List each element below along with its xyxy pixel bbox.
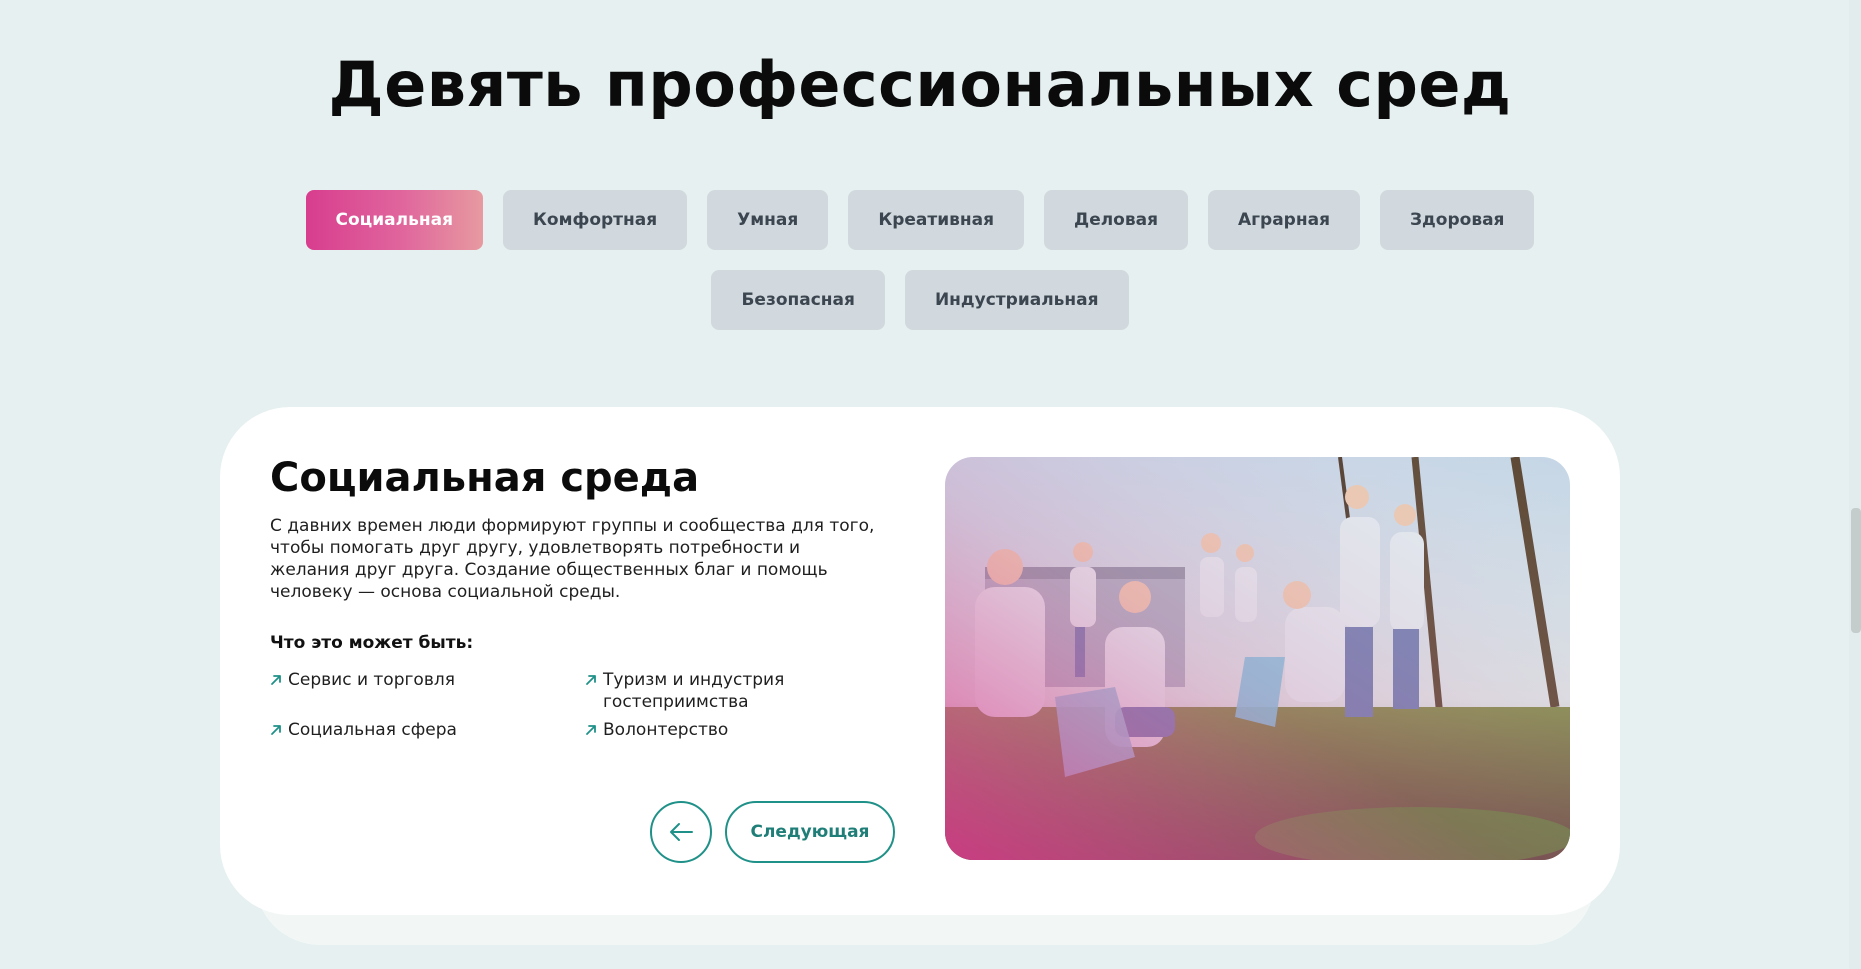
page-scrollbar[interactable] [1849,0,1861,969]
tab-smart[interactable]: Умная [707,190,829,250]
tab-agrarian[interactable]: Аграрная [1208,190,1360,250]
tab-comfortable[interactable]: Комфортная [503,190,688,250]
tab-social[interactable]: Социальная [305,190,483,250]
card-title: Социальная среда [270,455,700,501]
environment-tabs: Социальная Комфортная Умная Креативная Д… [250,190,1590,330]
list-item: Сервис и торговля [270,669,585,713]
list-item: Волонтерство [585,719,900,741]
arrow-up-right-icon [585,719,603,741]
card-subheading: Что это может быть: [270,633,474,653]
tab-industrial[interactable]: Индустриальная [904,270,1129,330]
tab-creative[interactable]: Креативная [848,190,1025,250]
tab-safe[interactable]: Безопасная [711,270,885,330]
arrow-up-right-icon [270,719,288,741]
tab-business[interactable]: Деловая [1044,190,1188,250]
list-item: Социальная сфера [270,719,585,741]
previous-button[interactable] [650,801,712,863]
arrow-left-icon [670,823,693,841]
list-item-label: Туризм и индустрия гостеприимства [603,670,785,712]
environment-card: Социальная среда С давних времен люди фо… [220,407,1620,915]
list-item-label: Социальная сфера [288,720,457,740]
list-item-label: Волонтерство [603,720,729,740]
tab-healthy[interactable]: Здоровая [1379,190,1535,250]
arrow-up-right-icon [585,669,603,691]
page-title: Девять профессиональных сред [328,48,1512,121]
next-button[interactable]: Следующая [725,801,895,863]
volunteers-photo [945,457,1570,860]
list-item: Туризм и индустрия гостеприимства [585,669,900,713]
arrow-up-right-icon [270,669,288,691]
scrollbar-thumb[interactable] [1851,508,1861,633]
card-description: С давних времен люди формируют группы и … [270,516,875,602]
list-item-label: Сервис и торговля [288,670,455,690]
examples-list: Сервис и торговля Туризм и индустрия гос… [270,669,900,741]
